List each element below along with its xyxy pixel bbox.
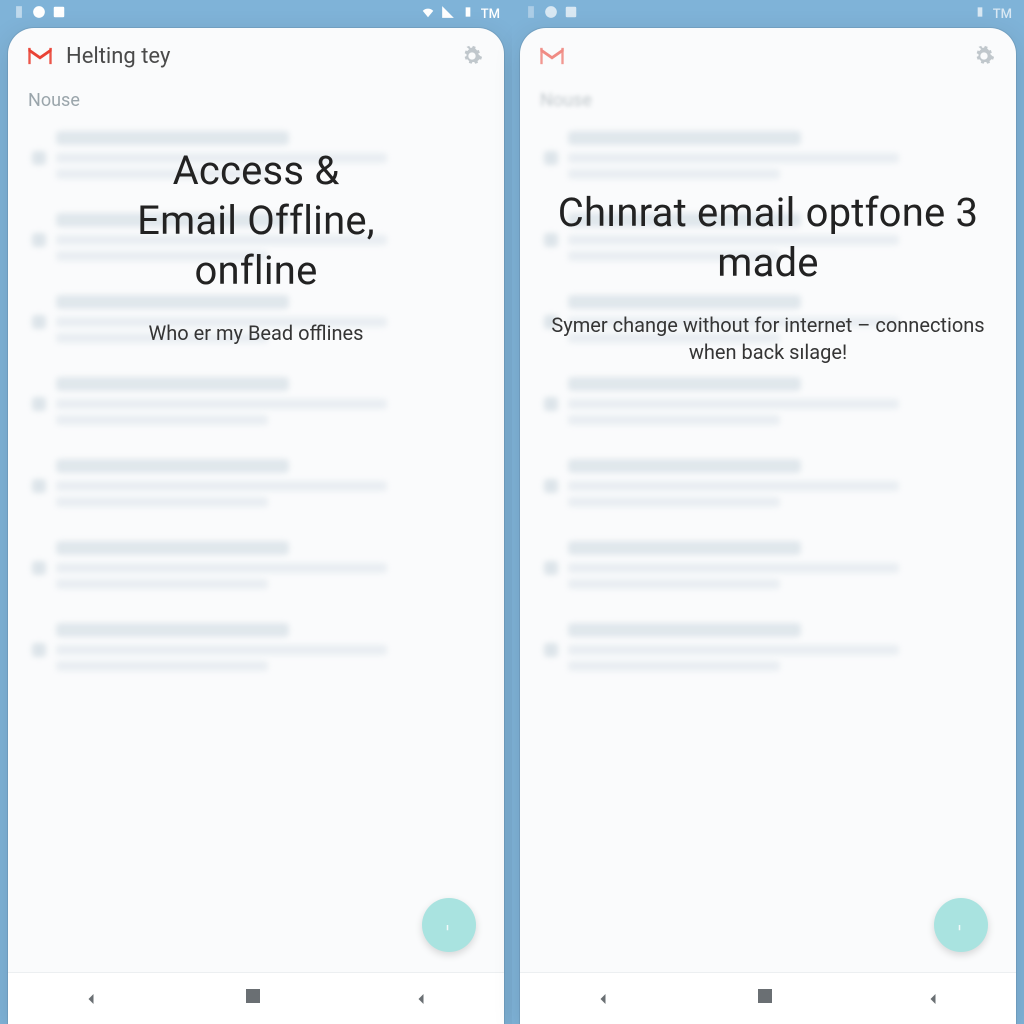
list-item: [544, 527, 992, 609]
status-icon: [524, 5, 538, 23]
status-icon: [32, 5, 46, 23]
list-item: [544, 609, 992, 691]
gear-icon: [461, 45, 483, 67]
nav-home[interactable]: [246, 989, 266, 1009]
app-bar: Helting tey: [8, 28, 504, 80]
settings-button[interactable]: [970, 42, 998, 70]
status-icon: [564, 5, 578, 23]
status-icon: [12, 5, 26, 23]
wifi-icon: [421, 5, 435, 23]
list-item: [544, 199, 992, 281]
android-navbar: [520, 972, 1016, 1024]
tm-text: TM: [993, 7, 1012, 22]
section-label: Nouse: [8, 80, 504, 117]
compose-fab[interactable]: [934, 898, 988, 952]
phone-panel-left: TM Helting tey Nouse Access & Email Offl…: [0, 0, 512, 1024]
device-frame: Helting tey Nouse Access & Email Offline…: [8, 28, 504, 1024]
list-item: [544, 117, 992, 199]
statusbar: TM: [512, 0, 1024, 28]
gmail-icon: [26, 45, 54, 67]
list-item: [32, 281, 480, 363]
android-navbar: [8, 972, 504, 1024]
list-item: [32, 609, 480, 691]
battery-icon: [461, 5, 475, 23]
list-item: [32, 527, 480, 609]
gmail-icon: [538, 45, 566, 67]
square-icon: [758, 989, 772, 1003]
list-item: [544, 363, 992, 445]
device-frame: Nouse Chınrat email optfone 3 made Symer…: [520, 28, 1016, 1024]
settings-button[interactable]: [458, 42, 486, 70]
phone-panel-right: TM Nouse Chınrat email optfone 3 made Sy…: [512, 0, 1024, 1024]
blurred-email-list: [8, 117, 504, 1024]
list-item: [32, 445, 480, 527]
nav-back[interactable]: [593, 989, 613, 1009]
list-item: [32, 363, 480, 445]
list-item: [544, 445, 992, 527]
plus-icon: [952, 916, 970, 934]
section-label: Nouse: [520, 80, 1016, 117]
nav-back[interactable]: [81, 989, 101, 1009]
gear-icon: [973, 45, 995, 67]
list-item: [32, 117, 480, 199]
nav-recents[interactable]: [923, 989, 943, 1009]
compose-fab[interactable]: [422, 898, 476, 952]
app-bar: [520, 28, 1016, 80]
nav-recents[interactable]: [411, 989, 431, 1009]
tm-text: TM: [481, 7, 500, 22]
list-item: [32, 199, 480, 281]
status-icon: [52, 5, 66, 23]
blurred-email-list: [520, 117, 1016, 1024]
statusbar: TM: [0, 0, 512, 28]
battery-icon: [973, 5, 987, 23]
plus-icon: [440, 916, 458, 934]
square-icon: [246, 989, 260, 1003]
app-title: Helting tey: [66, 44, 446, 69]
list-item: [544, 281, 992, 363]
signal-icon: [441, 5, 455, 23]
nav-home[interactable]: [758, 989, 778, 1009]
status-icon: [544, 5, 558, 23]
